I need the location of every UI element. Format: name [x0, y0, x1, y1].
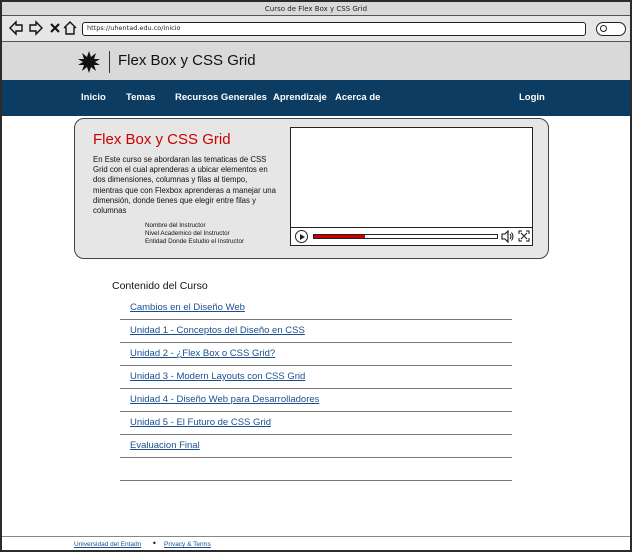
- nav-item-acerca[interactable]: Acerca de: [335, 92, 380, 103]
- instructor-name: Nombre del Instructor: [145, 222, 206, 229]
- course-link[interactable]: Unidad 2 - ¿Flex Box o CSS Grid?: [130, 348, 275, 359]
- address-bar[interactable]: https://uhentad.edu.co/inicio: [82, 22, 586, 36]
- list-item: Cambios en el Diseño Web: [120, 297, 512, 320]
- video-progress-bar[interactable]: [313, 234, 498, 239]
- hero-description: En Este curso se abordaran las tematicas…: [93, 155, 276, 216]
- list-item: Unidad 1 - Conceptos del Diseño en CSS: [120, 320, 512, 343]
- instructor-entity: Entidad Donde Estudio el Instructor: [145, 238, 245, 245]
- course-link[interactable]: Unidad 1 - Conceptos del Diseño en CSS: [130, 325, 305, 336]
- browser-window: Curso de Flex Box y CSS Grid https://uhe…: [0, 0, 632, 552]
- content-title: Contenido del Curso: [112, 280, 208, 292]
- course-link[interactable]: Unidad 4 - Diseño Web para Desarrollador…: [130, 394, 319, 405]
- list-item: Unidad 5 - El Futuro de CSS Grid: [120, 412, 512, 435]
- browser-toolbar: https://uhentad.edu.co/inicio: [2, 16, 630, 42]
- course-link[interactable]: Cambios en el Diseño Web: [130, 302, 245, 313]
- search-icon: [600, 25, 607, 32]
- site-title: Flex Box y CSS Grid: [118, 52, 256, 69]
- nav-item-inicio[interactable]: Inicio: [81, 92, 106, 103]
- list-item: Evaluacion Final: [120, 435, 512, 458]
- main-nav: Inicio Temas Recursos Generales Aprendiz…: [2, 80, 630, 116]
- search-box[interactable]: [596, 22, 626, 36]
- site-header: Flex Box y CSS Grid: [2, 42, 630, 80]
- fullscreen-icon[interactable]: [518, 230, 530, 242]
- course-link[interactable]: Evaluacion Final: [130, 440, 200, 451]
- logo-separator: [109, 51, 110, 73]
- nav-item-recursos[interactable]: Recursos Generales: [175, 92, 267, 103]
- close-icon[interactable]: [47, 19, 63, 37]
- footer-university-link[interactable]: Universidad del Entadn: [74, 541, 141, 548]
- instructor-level: Nivel Academico del Instructor: [145, 230, 230, 237]
- login-link[interactable]: Login: [519, 92, 545, 103]
- video-player[interactable]: [290, 127, 533, 246]
- forward-arrow-icon[interactable]: [28, 19, 44, 37]
- list-item: Unidad 3 - Modern Layouts con CSS Grid: [120, 366, 512, 389]
- video-controls: [291, 227, 532, 245]
- footer-privacy-link[interactable]: Privacy & Terms: [164, 541, 211, 548]
- list-item-empty: [120, 458, 512, 481]
- volume-icon[interactable]: [501, 230, 515, 243]
- course-list: Cambios en el Diseño Web Unidad 1 - Conc…: [120, 297, 512, 481]
- nav-item-temas[interactable]: Temas: [126, 92, 155, 103]
- hero-panel: Flex Box y CSS Grid En Este curso se abo…: [74, 118, 549, 259]
- window-title: Curso de Flex Box y CSS Grid: [2, 2, 630, 16]
- page-footer: Universidad del Entadn • Privacy & Terms: [2, 536, 630, 552]
- video-progress-fill: [314, 235, 366, 238]
- back-arrow-icon[interactable]: [8, 19, 24, 37]
- footer-separator: •: [152, 539, 157, 548]
- home-icon[interactable]: [62, 19, 78, 37]
- starburst-logo-icon[interactable]: [78, 51, 100, 73]
- course-link[interactable]: Unidad 5 - El Futuro de CSS Grid: [130, 417, 271, 428]
- list-item: Unidad 4 - Diseño Web para Desarrollador…: [120, 389, 512, 412]
- nav-item-aprendizaje[interactable]: Aprendizaje: [273, 92, 327, 103]
- play-icon[interactable]: [295, 230, 308, 243]
- course-link[interactable]: Unidad 3 - Modern Layouts con CSS Grid: [130, 371, 305, 382]
- hero-title: Flex Box y CSS Grid: [93, 131, 231, 148]
- list-item: Unidad 2 - ¿Flex Box o CSS Grid?: [120, 343, 512, 366]
